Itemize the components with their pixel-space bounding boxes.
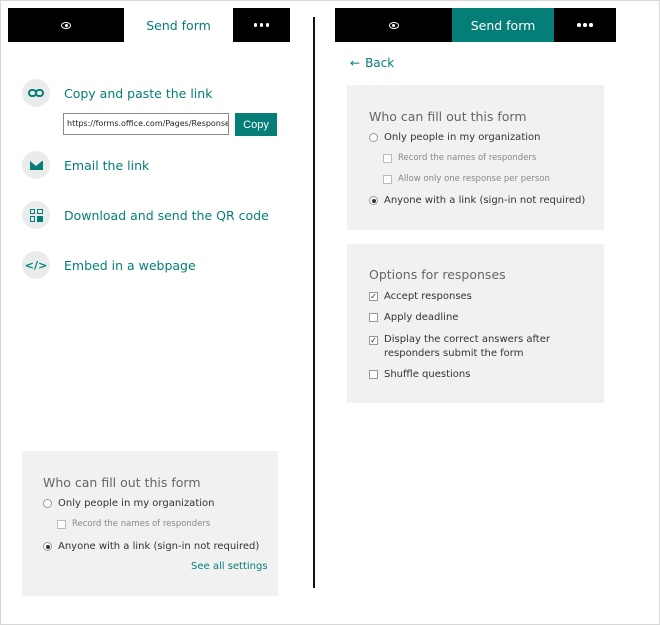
checkbox-label: Accept responses bbox=[384, 291, 472, 302]
checkbox[interactable] bbox=[383, 153, 392, 163]
more-options-icon bbox=[253, 23, 270, 27]
more-options-icon bbox=[577, 23, 593, 27]
eye-icon bbox=[61, 21, 71, 29]
checkbox-record-names[interactable]: Record the names of responders bbox=[383, 153, 536, 163]
checkbox-label: Display the correct answers after respon… bbox=[384, 334, 550, 359]
back-arrow-icon: ← bbox=[350, 56, 361, 70]
email-icon bbox=[22, 151, 50, 179]
radio-anyone-with-link[interactable]: Anyone with a link (sign-in not required… bbox=[369, 195, 585, 206]
settings-title: Who can fill out this form bbox=[43, 475, 201, 490]
checkbox-shuffle-questions[interactable]: Shuffle questions bbox=[369, 369, 470, 380]
radio-label: Only people in my organization bbox=[58, 498, 215, 509]
panel-divider bbox=[313, 17, 315, 588]
share-option-email[interactable]: Email the link bbox=[22, 151, 149, 179]
send-form-tab-label: Send form bbox=[146, 17, 211, 33]
checkbox-checked[interactable]: ✓ bbox=[369, 292, 378, 301]
checkbox-accept-responses[interactable]: ✓ Accept responses bbox=[369, 291, 472, 302]
back-label: Back bbox=[365, 56, 395, 70]
right-top-bar: Send form bbox=[335, 8, 616, 42]
link-icon bbox=[22, 79, 50, 107]
checkbox[interactable] bbox=[369, 370, 378, 379]
left-settings-panel: Who can fill out this form Only people i… bbox=[22, 451, 278, 596]
radio-label: Anyone with a link (sign-in not required… bbox=[384, 195, 586, 206]
checkbox-label: Apply deadline bbox=[384, 312, 459, 323]
share-option-label: Embed in a webpage bbox=[64, 257, 196, 273]
more-options-button[interactable] bbox=[233, 8, 290, 42]
send-form-tab[interactable]: Send form bbox=[452, 8, 554, 42]
radio-label: Anyone with a link (sign-in not required… bbox=[58, 541, 260, 552]
share-option-label: Copy and paste the link bbox=[64, 85, 213, 101]
checkbox-label: Record the names of responders bbox=[398, 153, 537, 163]
link-url-field[interactable]: https://forms.office.com/Pages/ResponseP… bbox=[63, 113, 229, 135]
more-options-button[interactable] bbox=[554, 8, 616, 42]
left-top-bar: Send form bbox=[8, 8, 290, 42]
send-form-tab-label: Send form bbox=[470, 17, 536, 33]
radio-label: Only people in my organization bbox=[384, 132, 541, 143]
checkbox-display-answers[interactable]: ✓ Display the correct answers after resp… bbox=[369, 333, 591, 361]
preview-button[interactable] bbox=[335, 8, 452, 42]
radio-button[interactable] bbox=[43, 542, 52, 551]
checkbox-one-response[interactable]: Allow only one response per person bbox=[383, 174, 550, 184]
radio-org-only[interactable]: Only people in my organization bbox=[43, 498, 214, 509]
options-title: Options for responses bbox=[369, 267, 506, 282]
embed-code-icon: </> bbox=[22, 251, 50, 279]
share-option-label: Download and send the QR code bbox=[64, 207, 269, 223]
qr-code-icon bbox=[22, 201, 50, 229]
checkbox[interactable] bbox=[369, 313, 378, 322]
back-link[interactable]: ← Back bbox=[350, 56, 394, 70]
checkbox[interactable] bbox=[57, 519, 66, 529]
preview-button[interactable] bbox=[8, 8, 124, 42]
share-option-copy-link[interactable]: Copy and paste the link bbox=[22, 79, 212, 107]
radio-org-only[interactable]: Only people in my organization bbox=[369, 132, 540, 143]
checkbox-label: Record the names of responders bbox=[72, 519, 211, 529]
checkbox-label: Allow only one response per person bbox=[398, 174, 550, 184]
share-option-embed[interactable]: </> Embed in a webpage bbox=[22, 251, 196, 279]
radio-button[interactable] bbox=[369, 133, 378, 142]
who-can-fill-panel: Who can fill out this form Only people i… bbox=[347, 85, 604, 230]
radio-anyone-with-link[interactable]: Anyone with a link (sign-in not required… bbox=[43, 541, 259, 552]
options-for-responses-panel: Options for responses ✓ Accept responses… bbox=[347, 244, 604, 403]
who-title: Who can fill out this form bbox=[369, 109, 527, 124]
checkbox-label: Shuffle questions bbox=[384, 369, 471, 380]
checkbox-checked[interactable]: ✓ bbox=[369, 336, 378, 345]
radio-button[interactable] bbox=[369, 196, 378, 205]
see-all-settings-link[interactable]: See all settings bbox=[191, 561, 268, 572]
eye-icon bbox=[388, 21, 399, 29]
checkbox[interactable] bbox=[383, 174, 392, 184]
share-option-label: Email the link bbox=[64, 157, 150, 173]
checkbox-apply-deadline[interactable]: Apply deadline bbox=[369, 312, 458, 323]
send-form-tab[interactable]: Send form bbox=[124, 8, 233, 42]
copy-button[interactable]: Copy bbox=[235, 113, 277, 136]
radio-button[interactable] bbox=[43, 499, 52, 508]
checkbox-record-names[interactable]: Record the names of responders bbox=[57, 519, 210, 529]
share-option-qr-code[interactable]: Download and send the QR code bbox=[22, 201, 269, 229]
